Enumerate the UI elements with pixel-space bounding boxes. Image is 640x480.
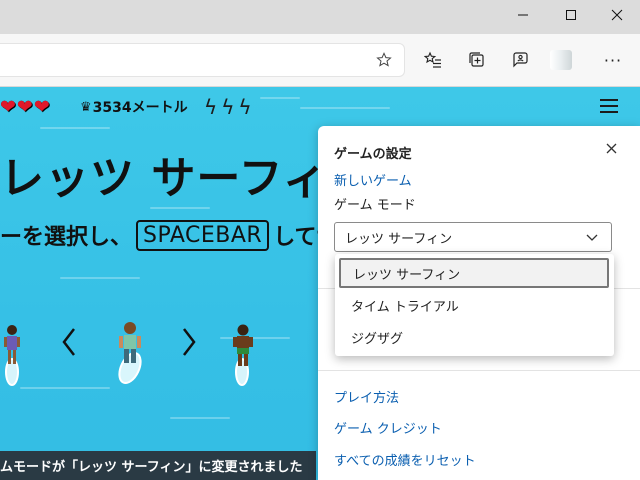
close-icon [611,9,623,21]
crown-icon: ♛ [80,99,92,115]
next-character-button[interactable] [177,322,201,362]
address-bar[interactable] [0,44,404,76]
star-icon [376,52,392,67]
how-to-play-link[interactable]: プレイ方法 [334,387,399,406]
heart-icon: ❤ [33,95,50,118]
reset-stats-link[interactable]: すべての成績をリセット [334,450,476,469]
new-game-link[interactable]: 新しいゲーム [334,170,412,189]
distance-value: 3534メートル [92,100,188,116]
collections-icon [469,52,484,67]
game-menu-button[interactable] [600,99,618,113]
chevron-down-icon [586,234,598,241]
game-mode-value: レッツ サーフィン [345,231,453,247]
maximize-button[interactable] [548,0,594,30]
heart-icon: ❤ [0,95,16,118]
game-mode-select[interactable]: レッツ サーフィン [334,222,612,252]
spacebar-key-label: SPACEBAR [136,219,270,251]
minimize-button[interactable] [500,0,546,30]
more-icon: ··· [603,50,623,70]
more-menu-button[interactable]: ··· [598,46,628,74]
favorites-button[interactable] [418,46,448,74]
title-bar [0,0,640,34]
feedback-button[interactable] [505,46,535,74]
close-window-button[interactable] [594,0,640,30]
chevron-right-icon [183,328,196,356]
lives-hearts: ❤ ❤ ❤ [0,96,51,118]
surfer-character-selected[interactable] [110,320,150,390]
game-title: レッツ サーフィン [0,153,373,204]
settings-title: ゲームの設定 [334,147,412,162]
favorites-list-icon [424,51,441,68]
lightning-icon: ϟ [221,95,235,119]
mode-change-toast: ムモードが「レッツ サーフィン」に変更されました [0,451,316,480]
chevron-left-icon [62,328,75,356]
surfer-character-right[interactable] [228,322,260,390]
browser-toolbar: ··· [0,34,640,87]
speed-boosts: ϟ ϟ ϟ [204,96,256,118]
toast-text: ムモードが「レッツ サーフィン」に変更されました [0,460,303,475]
heart-icon: ❤ [16,95,33,118]
maximize-icon [566,10,576,20]
lightning-icon: ϟ [204,95,218,119]
game-mode-label: ゲーム モード [334,198,416,213]
game-credits-link[interactable]: ゲーム クレジット [334,418,442,437]
mode-option-lets-surf[interactable]: レッツ サーフィン [339,258,609,288]
collections-button[interactable] [462,46,492,74]
instruction-text: ーを選択し、 SPACEBAR してサー [0,215,361,255]
instruction-prefix: ーを選択し、 [0,225,133,250]
distance-counter: ♛ 3534メートル [80,97,188,117]
minimize-icon [518,14,528,16]
feedback-icon [513,52,528,68]
panel-divider [318,370,640,371]
surfer-character-left[interactable] [0,322,26,390]
surfer-icon [233,324,253,386]
mode-option-time-trial[interactable]: タイム トライアル [339,290,609,320]
close-icon [606,143,616,153]
lightning-icon: ϟ [238,95,252,119]
game-mode-dropdown: レッツ サーフィン タイム トライアル ジグザグ [335,254,614,356]
surfer-icon [4,325,20,386]
mode-option-zigzag[interactable]: ジグザグ [339,322,609,352]
add-favorite-button[interactable] [372,49,396,71]
previous-character-button[interactable] [57,322,81,362]
profile-avatar[interactable] [550,50,572,70]
close-settings-button[interactable] [600,137,622,159]
surfer-icon [118,322,142,384]
